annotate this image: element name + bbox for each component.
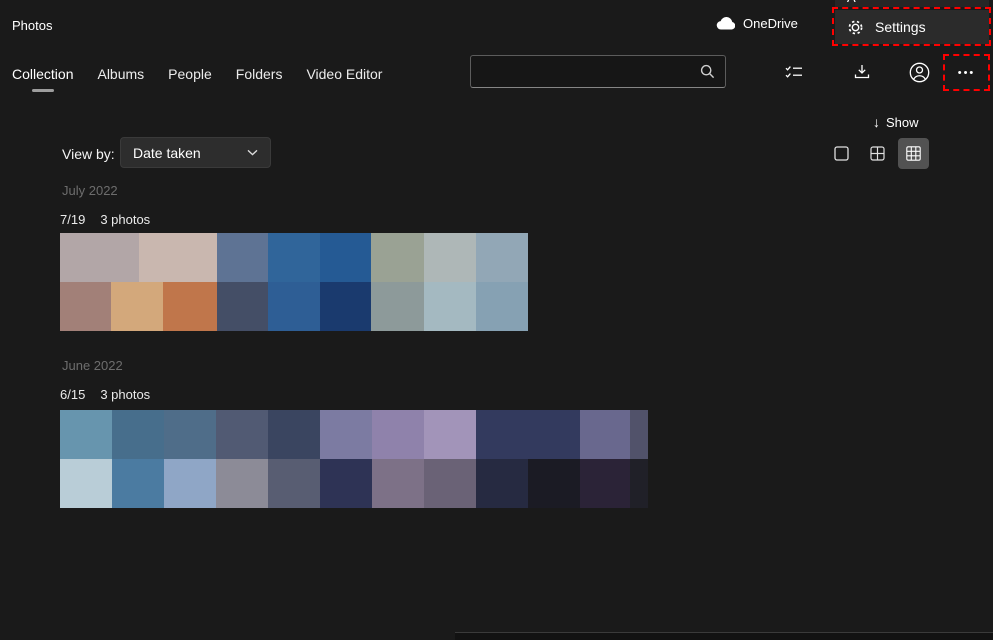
flyout-partial-item[interactable]: A: [835, 0, 989, 7]
show-button[interactable]: ↓ Show: [873, 114, 919, 130]
photo-thumbnail[interactable]: [320, 282, 371, 331]
photo-thumbnail[interactable]: [268, 410, 320, 459]
photo-thumbnail[interactable]: [580, 459, 630, 508]
photo-thumbnail[interactable]: [217, 233, 268, 282]
month-header[interactable]: July 2022: [62, 183, 118, 198]
photo-thumbnail[interactable]: [60, 410, 112, 459]
photo-thumbnail[interactable]: [580, 410, 630, 459]
photo-thumbnail[interactable]: [111, 282, 163, 331]
view-by-value: Date taken: [133, 145, 201, 161]
view-by-dropdown[interactable]: Date taken: [120, 137, 271, 168]
photo-thumbnail[interactable]: [268, 282, 320, 331]
show-label: Show: [886, 115, 919, 130]
search-icon: [700, 64, 725, 79]
photo-thumbnail[interactable]: [476, 410, 580, 459]
photo-thumbnail[interactable]: [371, 233, 424, 282]
photo-count: 3 photos: [100, 387, 150, 402]
photo-thumbnail[interactable]: [424, 282, 476, 331]
tab-folders[interactable]: Folders: [236, 48, 283, 100]
photo-thumbnail[interactable]: [476, 459, 528, 508]
import-icon: [854, 64, 870, 80]
photo-thumbnail[interactable]: [372, 410, 424, 459]
photo-thumbnail[interactable]: [528, 459, 580, 508]
photo-thumbnail[interactable]: [371, 282, 424, 331]
tab-collection[interactable]: Collection: [12, 48, 73, 100]
chevron-down-icon: [247, 149, 258, 156]
gear-icon: [847, 19, 864, 36]
photo-thumbnail[interactable]: [112, 410, 164, 459]
photo-thumbnail[interactable]: [164, 410, 216, 459]
photo-thumbnail[interactable]: [217, 282, 268, 331]
person-icon: [909, 62, 930, 83]
date-label: 6/15: [60, 387, 85, 402]
onedrive-label: OneDrive: [743, 16, 798, 31]
date-row: 6/15 3 photos: [60, 387, 150, 402]
photo-thumbnail[interactable]: [630, 459, 648, 508]
search-input[interactable]: [471, 64, 700, 79]
photo-group-mosaic[interactable]: [60, 410, 648, 508]
app-title: Photos: [12, 18, 52, 33]
see-more-button[interactable]: •••: [946, 57, 987, 88]
settings-menu-item[interactable]: Settings: [835, 10, 989, 44]
photo-thumbnail[interactable]: [268, 233, 320, 282]
photo-thumbnail[interactable]: [112, 459, 164, 508]
photo-thumbnail[interactable]: [476, 233, 528, 282]
photo-thumbnail[interactable]: [164, 459, 216, 508]
select-checklist-icon: [785, 65, 803, 79]
view-by-label: View by:: [62, 146, 115, 162]
photo-group-mosaic[interactable]: [60, 233, 528, 331]
photo-thumbnail[interactable]: [268, 459, 320, 508]
photo-thumbnail[interactable]: [424, 410, 476, 459]
photo-thumbnail[interactable]: [139, 233, 217, 282]
photo-thumbnail[interactable]: [424, 233, 476, 282]
grid-2x2-icon: [870, 146, 885, 161]
photo-thumbnail[interactable]: [476, 282, 528, 331]
bottom-window-edge: [455, 632, 993, 640]
nav-tabs: Collection Albums People Folders Video E…: [12, 48, 382, 100]
down-arrow-icon: ↓: [873, 114, 880, 130]
grid-3x3-icon: [906, 146, 921, 161]
search-box: [470, 55, 726, 88]
photo-count: 3 photos: [100, 212, 150, 227]
photo-thumbnail[interactable]: [60, 233, 139, 282]
photo-thumbnail[interactable]: [320, 410, 372, 459]
select-button[interactable]: [778, 56, 810, 88]
onedrive-button[interactable]: OneDrive: [716, 16, 798, 31]
photo-thumbnail[interactable]: [216, 410, 268, 459]
photo-thumbnail[interactable]: [216, 459, 268, 508]
import-button[interactable]: [846, 56, 878, 88]
settings-label: Settings: [875, 19, 926, 35]
date-row: 7/19 3 photos: [60, 212, 150, 227]
tab-albums[interactable]: Albums: [97, 48, 144, 100]
tab-people[interactable]: People: [168, 48, 212, 100]
onedrive-cloud-icon: [716, 17, 735, 30]
photo-thumbnail[interactable]: [320, 233, 371, 282]
photo-thumbnail[interactable]: [163, 282, 217, 331]
photo-thumbnail[interactable]: [320, 459, 372, 508]
photo-thumbnail[interactable]: [630, 410, 648, 459]
date-label: 7/19: [60, 212, 85, 227]
view-large-button[interactable]: [826, 138, 856, 168]
account-avatar-button[interactable]: [903, 56, 935, 88]
photo-thumbnail[interactable]: [60, 282, 111, 331]
view-medium-button[interactable]: [862, 138, 892, 168]
square-outline-icon: [834, 146, 849, 161]
photo-thumbnail[interactable]: [424, 459, 476, 508]
month-header[interactable]: June 2022: [62, 358, 123, 373]
view-small-button[interactable]: [898, 138, 929, 169]
settings-menu: Settings: [835, 10, 989, 44]
photo-thumbnail[interactable]: [372, 459, 424, 508]
photo-thumbnail[interactable]: [60, 459, 112, 508]
tab-video-editor[interactable]: Video Editor: [306, 48, 382, 100]
